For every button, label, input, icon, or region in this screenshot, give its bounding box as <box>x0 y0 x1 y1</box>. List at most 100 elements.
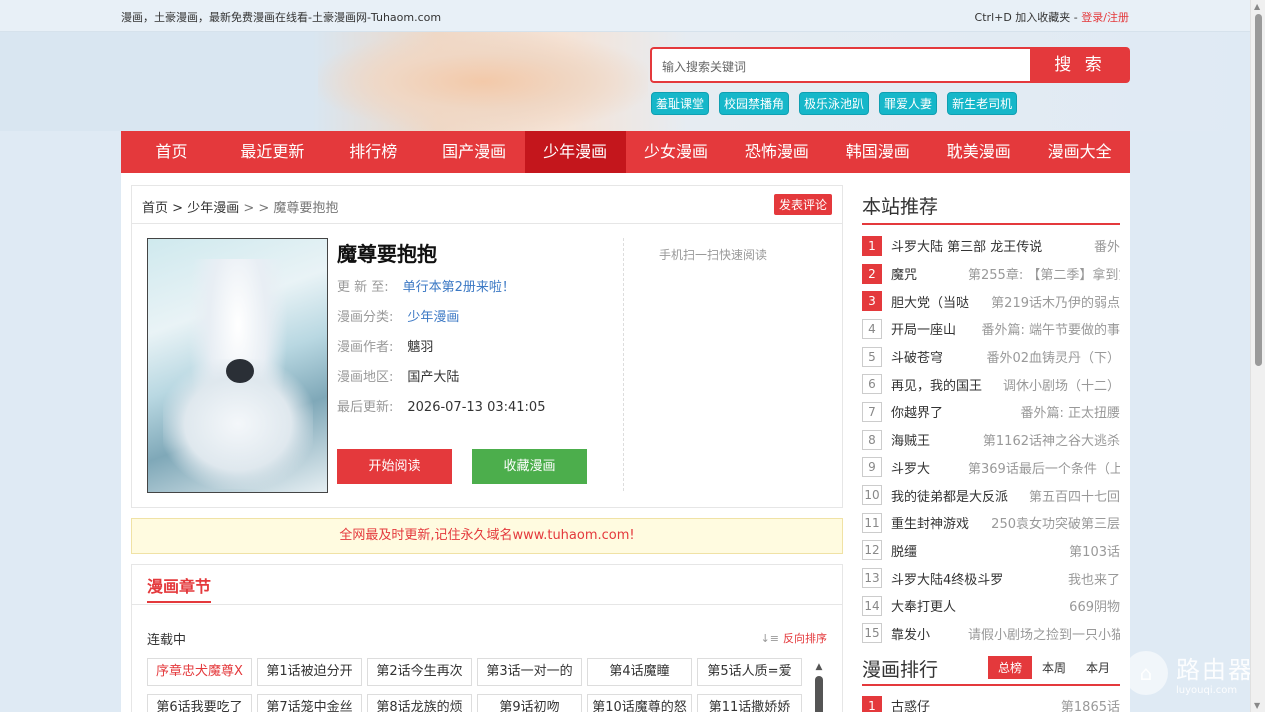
region-value: 国产大陆 <box>407 370 460 385</box>
scroll-thumb[interactable] <box>815 676 823 712</box>
start-reading-button[interactable]: 开始阅读 <box>337 449 452 484</box>
chapter-item[interactable]: 第1话被迫分开 <box>257 658 362 686</box>
chapter-item[interactable]: 第5话人质=爱 <box>697 658 802 686</box>
info-row-author: 漫画作者: 魑羽 <box>337 340 434 355</box>
list-item[interactable]: 13 斗罗大陆4终极斗罗 我也来了 <box>862 564 1120 592</box>
nav-item-ranking[interactable]: 排行榜 <box>323 131 424 173</box>
top-links: Ctrl+D 加入收藏夹 - 登录/注册 <box>975 9 1129 25</box>
chapter-scrollbar[interactable]: ▲ <box>813 662 825 712</box>
watermark: ⌂ 路由器 luyouqi.com <box>1124 650 1254 696</box>
watermark-cn: 路由器 <box>1176 656 1254 684</box>
favorite-button[interactable]: 收藏漫画 <box>472 449 587 484</box>
bookmark-hint: Ctrl+D 加入收藏夹 <box>974 11 1071 24</box>
list-item[interactable]: 6 再见，我的国王 调休小剧场（十二） <box>862 370 1120 398</box>
qr-scan-hint: 手机扫一扫快速阅读 <box>659 248 768 262</box>
nav-item-korean[interactable]: 韩国漫画 <box>827 131 928 173</box>
scroll-up-icon[interactable]: ▲ <box>813 662 825 672</box>
ranking-panel: 漫画排行 总榜 本周 本月 1 古惑仔 第1865话 <box>862 652 1120 712</box>
breadcrumb-home[interactable]: 首页 <box>142 201 168 216</box>
list-item[interactable]: 7 你越界了 番外篇: 正太扭腰 <box>862 398 1120 426</box>
nav-item-shonen[interactable]: 少年漫画 <box>524 131 626 173</box>
update-value[interactable]: 单行本第2册来啦！ <box>403 280 515 295</box>
info-row-category: 漫画分类: 少年漫画 <box>337 310 460 325</box>
category-value[interactable]: 少年漫画 <box>407 310 459 325</box>
info-row-last-update: 最后更新: 2026-07-13 03:41:05 <box>337 400 546 415</box>
nav-item-latest[interactable]: 最近更新 <box>222 131 323 173</box>
reverse-sort-button[interactable]: ↓≡ 反向排序 <box>761 630 827 646</box>
header-banner: 输入搜索关键词 搜 索 羞耻课堂 校园禁播角 极乐泳池趴 罪爱人妻 新生老司机 <box>0 32 1250 131</box>
nav-item-horror[interactable]: 恐怖漫画 <box>726 131 827 173</box>
nav-item-domestic[interactable]: 国产漫画 <box>424 131 525 173</box>
search-bar: 输入搜索关键词 搜 索 <box>650 47 1130 83</box>
tab-total[interactable]: 总榜 <box>987 656 1032 679</box>
chapter-item[interactable]: 第10话魔尊的怒 <box>587 694 692 712</box>
ranking-tabs: 总榜 本周 本月 <box>987 656 1120 679</box>
search-button[interactable]: 搜 索 <box>1030 47 1130 83</box>
breadcrumb-category[interactable]: 少年漫画 <box>187 201 239 216</box>
list-item[interactable]: 10 我的徒弟都是大反派 第五百四十七回 <box>862 481 1120 509</box>
list-item[interactable]: 12 脱缰 第103话 <box>862 537 1120 565</box>
list-item[interactable]: 1 斗罗大陆 第三部 龙王传说 番外 <box>862 232 1120 260</box>
comic-cover-image[interactable] <box>147 238 328 493</box>
post-comment-button[interactable]: 发表评论 <box>773 194 832 215</box>
action-buttons: 开始阅读 收藏漫画 <box>337 449 617 484</box>
nav-item-shoujo[interactable]: 少女漫画 <box>626 131 727 173</box>
vertical-divider <box>623 238 624 491</box>
scroll-down-arrow-icon[interactable]: ▼ <box>1254 701 1260 710</box>
site-description: 漫画，土豪漫画，最新免费漫画在线看-土豪漫画网-Tuhaom.com <box>121 11 442 24</box>
cover-cat <box>226 359 254 383</box>
tab-month[interactable]: 本月 <box>1076 656 1120 679</box>
chapter-item[interactable]: 第2话今生再次 <box>367 658 472 686</box>
domain-notice: 全网最及时更新,记住永久域名www.tuhaom.com! <box>131 518 843 554</box>
breadcrumb-sep: > <box>168 201 188 216</box>
list-item[interactable]: 5 斗破苍穹 番外02血铸灵丹（下） <box>862 343 1120 371</box>
chapter-item[interactable]: 第4话魔瞳 <box>587 658 692 686</box>
search-input[interactable]: 输入搜索关键词 <box>650 47 1032 83</box>
router-logo-icon: ⌂ <box>1124 651 1168 695</box>
hot-tag[interactable]: 极乐泳池趴 <box>799 92 870 115</box>
tab-week[interactable]: 本周 <box>1032 656 1076 679</box>
list-item[interactable]: 11 重生封神游戏 250袁女功突破第三层 <box>862 509 1120 537</box>
breadcrumb-current: 魔尊要抱抱 <box>273 201 339 216</box>
chapter-item[interactable]: 第11话撒娇娇 <box>697 694 802 712</box>
list-item[interactable]: 9 斗罗大 第369话最后一个条件（上） <box>862 454 1120 482</box>
scroll-up-arrow-icon[interactable]: ▲ <box>1254 2 1260 11</box>
ranking-header: 漫画排行 总榜 本周 本月 <box>862 652 1120 686</box>
nav-item-home[interactable]: 首页 <box>121 131 222 173</box>
list-item[interactable]: 14 大奉打更人 669阴物 <box>862 592 1120 620</box>
login-register-link[interactable]: 登录/注册 <box>1081 11 1129 24</box>
list-item[interactable]: 15靠发小请假小剧场之捡到一只小猫。 <box>862 620 1120 648</box>
hot-tag[interactable]: 校园禁播角 <box>719 92 790 115</box>
comic-info: 魔尊要抱抱 更 新 至: 单行本第2册来啦！ 漫画分类: 少年漫画 漫画作者: 魑羽 … <box>337 238 617 484</box>
hot-tag[interactable]: 羞耻课堂 <box>651 92 710 115</box>
watermark-en: luyouqi.com <box>1176 685 1238 696</box>
list-item[interactable]: 2魔咒第255章: 【第二季】拿到第一 <box>862 260 1120 288</box>
last-update-value: 2026-07-13 03:41:05 <box>407 400 546 415</box>
chapter-item[interactable]: 第3话一对一的 <box>477 658 582 686</box>
nav-item-bl[interactable]: 耽美漫画 <box>928 131 1029 173</box>
list-item[interactable]: 4 开局一座山 番外篇: 端午节要做的事 <box>862 315 1120 343</box>
right-column: 本站推荐 1斗罗大陆 第三部 龙王传说番外 2魔咒第255章: 【第二季】拿到第… <box>862 185 1120 712</box>
info-row-region: 漫画地区: 国产大陆 <box>337 370 460 385</box>
recommend-list: 1斗罗大陆 第三部 龙王传说番外 2魔咒第255章: 【第二季】拿到第一 3胆大… <box>862 232 1120 647</box>
chapter-item[interactable]: 序章忠犬魔尊X <box>147 658 252 686</box>
chapter-item[interactable]: 第8话龙族的烦 <box>367 694 472 712</box>
recommend-title: 本站推荐 <box>862 185 1120 225</box>
breadcrumb: 首页 > 少年漫画 > > 魔尊要抱抱 发表评论 <box>132 186 842 224</box>
chapter-item[interactable]: 第6话我要吃了 <box>147 694 252 712</box>
page-scrollbar[interactable]: ▲ ▼ <box>1250 0 1265 712</box>
sort-icon: ↓≡ <box>760 632 779 645</box>
chapters-panel: 漫画章节 连载中 ↓≡ 反向排序 序章忠犬魔尊X 第1话被迫分开 第2话今生再次 … <box>131 564 843 712</box>
nav-item-all[interactable]: 漫画大全 <box>1029 131 1130 173</box>
hot-tag[interactable]: 新生老司机 <box>947 92 1018 115</box>
chapter-item[interactable]: 第7话笼中金丝 <box>257 694 362 712</box>
list-item[interactable]: 8 海贼王 第1162话神之谷大逃杀 <box>862 426 1120 454</box>
banner-art <box>318 32 648 131</box>
list-item[interactable]: 1 古惑仔 第1865话 <box>862 692 1120 712</box>
hot-tag[interactable]: 罪爱人妻 <box>879 92 938 115</box>
chapter-item[interactable]: 第9话初吻 <box>477 694 582 712</box>
serial-status: 连载中 <box>147 633 187 648</box>
page-scroll-thumb[interactable] <box>1255 14 1262 366</box>
ranking-title: 漫画排行 <box>862 659 939 681</box>
list-item[interactable]: 3 胆大党（当哒 第219话木乃伊的弱点 <box>862 287 1120 315</box>
